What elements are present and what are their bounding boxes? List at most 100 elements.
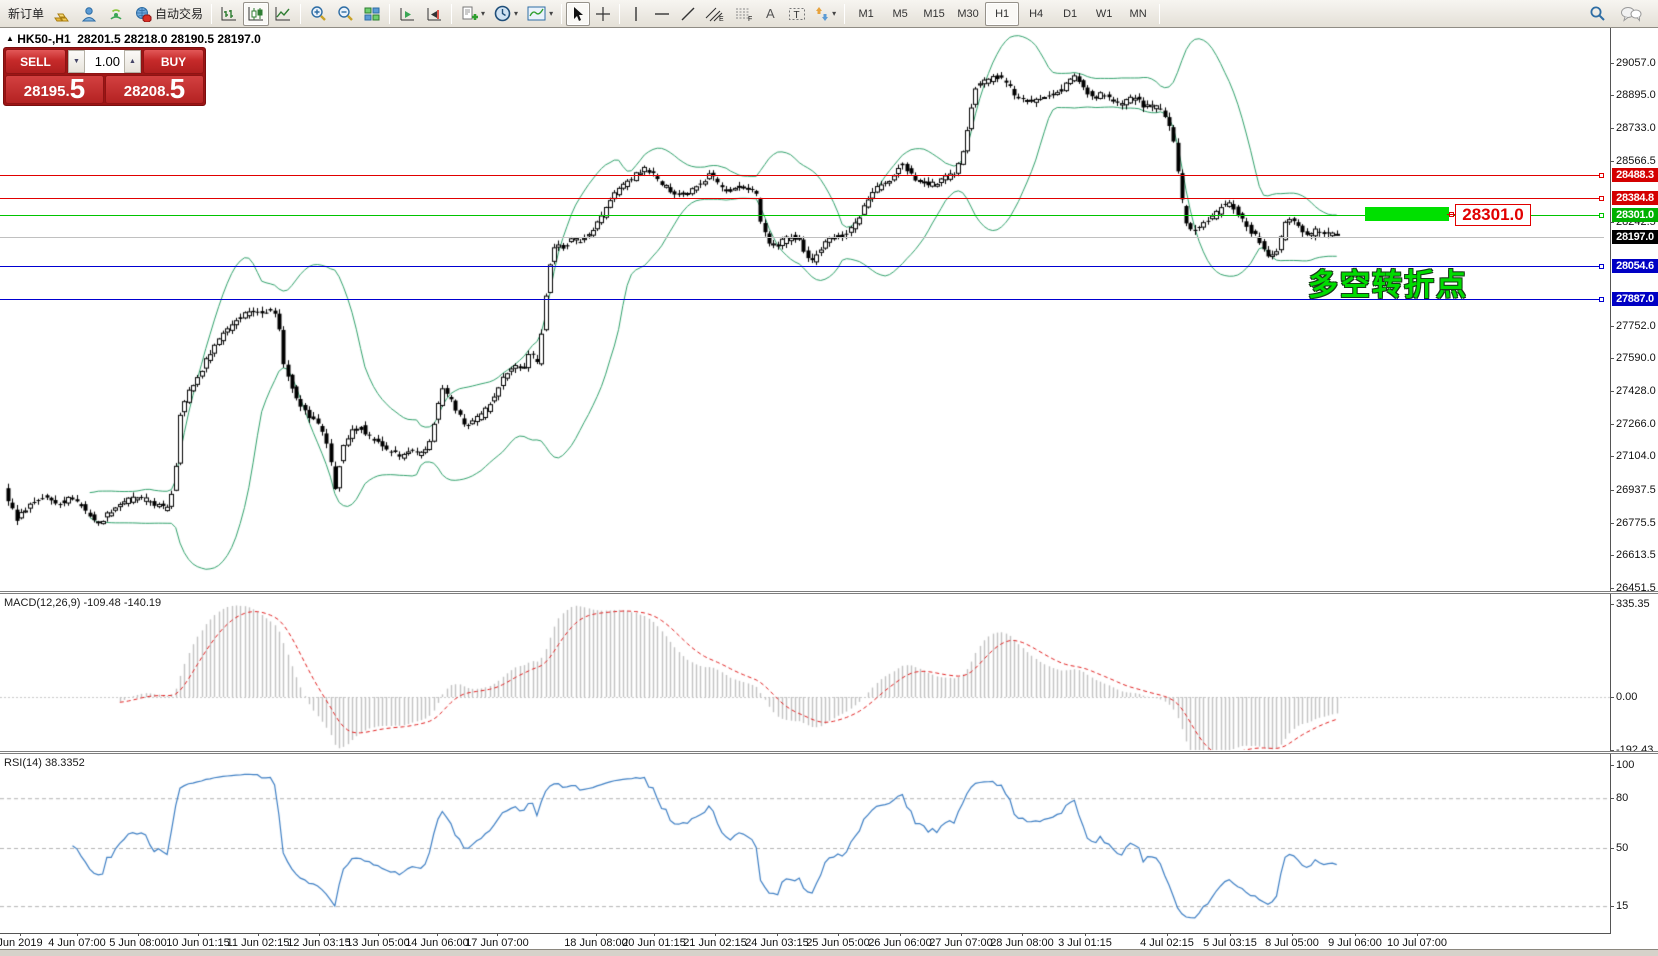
periods-button[interactable]: ▾ — [490, 2, 522, 26]
axis-tick-mark — [1610, 490, 1614, 491]
indicators-add-button[interactable]: ▾ — [456, 2, 489, 26]
vertical-line-icon[interactable] — [624, 2, 648, 26]
date-tick-mark — [319, 933, 320, 936]
macd-tick-label: 335.35 — [1616, 598, 1650, 610]
axis-tick-mark — [1610, 848, 1614, 849]
timeframe-m1[interactable]: M1 — [849, 2, 883, 26]
price-tick-label: 26613.5 — [1616, 549, 1656, 561]
toolbar-separator — [300, 4, 301, 24]
community-icon[interactable] — [76, 2, 102, 26]
timeframe-m5[interactable]: M5 — [883, 2, 917, 26]
rsi-tick-label: 100 — [1616, 759, 1634, 771]
date-label: 25 Jun 05:00 — [806, 937, 870, 949]
search-icon[interactable] — [1584, 2, 1610, 26]
pane-separator-macd[interactable] — [0, 591, 1658, 594]
resistance-line-28488[interactable] — [0, 175, 1604, 176]
volume-increase-button[interactable]: ▲ — [124, 50, 141, 73]
price-callout-label[interactable]: 28301.0 — [1455, 204, 1531, 226]
bar-chart-icon[interactable] — [216, 2, 242, 26]
bid-price-line[interactable] — [0, 237, 1604, 238]
axis-tick-mark — [1610, 95, 1614, 96]
dropdown-caret: ▾ — [549, 9, 553, 18]
candlestick-chart-icon[interactable] — [243, 2, 269, 26]
timeframe-w1[interactable]: W1 — [1087, 2, 1121, 26]
cursor-icon[interactable] — [566, 2, 590, 26]
chat-icon[interactable] — [1616, 2, 1646, 26]
timeframe-h4[interactable]: H4 — [1019, 2, 1053, 26]
chart-shift-icon[interactable] — [421, 2, 447, 26]
buy-button[interactable]: BUY — [143, 49, 204, 74]
signals-icon[interactable] — [103, 2, 129, 26]
dropdown-caret: ▾ — [481, 9, 485, 18]
pane-separator-rsi[interactable] — [0, 751, 1658, 754]
crosshair-icon[interactable] — [591, 2, 615, 26]
timeframe-m15[interactable]: M15 — [917, 2, 951, 26]
pivot-line-28301[interactable] — [0, 215, 1604, 216]
buy-price[interactable]: 28208.5 — [105, 75, 204, 104]
autotrading-label: 自动交易 — [155, 5, 203, 22]
axis-tick-mark — [1610, 555, 1614, 556]
volume-input[interactable] — [85, 50, 124, 73]
date-tick-mark — [77, 933, 78, 936]
price-label-connector — [1447, 214, 1455, 215]
resistance-line-28384[interactable] — [0, 198, 1604, 199]
zoom-in-icon[interactable] — [305, 2, 331, 26]
toolbar-separator — [1159, 4, 1160, 24]
green-zone-rectangle[interactable] — [1365, 207, 1449, 221]
timeframe-m30[interactable]: M30 — [951, 2, 985, 26]
trendline-icon[interactable] — [676, 2, 700, 26]
text-icon[interactable]: A — [759, 2, 783, 26]
sell-price[interactable]: 28195.5 — [5, 75, 104, 104]
equidistant-channel-icon[interactable]: E — [701, 2, 729, 26]
axis-tick-mark — [1610, 326, 1614, 327]
macd-tick-label: 0.00 — [1616, 691, 1637, 703]
date-label: 17 Jun 07:00 — [465, 937, 529, 949]
new-order-button[interactable]: 新订单 — [4, 2, 48, 26]
line-end-marker[interactable] — [1599, 196, 1604, 201]
sell-price-main: 28195 — [24, 82, 66, 102]
line-end-marker[interactable] — [1599, 173, 1604, 178]
gold-bars-icon[interactable] — [49, 2, 75, 26]
line-chart-icon[interactable] — [270, 2, 296, 26]
axis-tick-mark — [1610, 523, 1614, 524]
auto-scroll-icon[interactable] — [394, 2, 420, 26]
toolbar-separator — [561, 4, 562, 24]
line-end-marker[interactable] — [1599, 297, 1604, 302]
dropdown-caret: ▾ — [514, 9, 518, 18]
date-axis-line — [0, 933, 1611, 934]
axis-price-badge: 28197.0 — [1612, 230, 1658, 244]
line-end-marker[interactable] — [1599, 264, 1604, 269]
timeframe-d1[interactable]: D1 — [1053, 2, 1087, 26]
date-tick-mark — [838, 933, 839, 936]
annotation-text[interactable]: 多空转折点 — [1308, 260, 1468, 304]
date-label: 20 Jun 01:15 — [622, 937, 686, 949]
axis-price-badge: 28054.6 — [1612, 259, 1658, 273]
date-tick-mark — [138, 933, 139, 936]
date-axis[interactable]: Jun 20194 Jun 07:005 Jun 08:0010 Jun 01:… — [0, 933, 1658, 949]
volume-stepper: ▼ ▲ — [67, 49, 142, 74]
autotrading-button[interactable]: 自动交易 — [130, 2, 207, 26]
text-label-icon[interactable]: T — [784, 2, 810, 26]
symbol-collapse-icon[interactable]: ▲ — [6, 34, 14, 43]
timeframe-group: M1M5M15M30H1H4D1W1MN — [849, 2, 1155, 26]
svg-text:A: A — [766, 6, 775, 21]
line-end-marker[interactable] — [1599, 213, 1604, 218]
axis-tick-mark — [1610, 391, 1614, 392]
arrows-icon[interactable]: ▾ — [811, 2, 840, 26]
buy-price-big-digit: 5 — [170, 76, 186, 102]
fibonacci-icon[interactable]: F — [730, 2, 758, 26]
horizontal-line-icon[interactable] — [649, 2, 675, 26]
date-label: 10 Jun 01:15 — [166, 937, 230, 949]
zoom-out-icon[interactable] — [332, 2, 358, 26]
templates-button[interactable]: ▾ — [523, 2, 557, 26]
macd-label: MACD(12,26,9) -109.48 -140.19 — [4, 597, 161, 609]
timeframe-mn[interactable]: MN — [1121, 2, 1155, 26]
price-chart-canvas[interactable] — [0, 28, 1658, 949]
timeframe-h1[interactable]: H1 — [985, 2, 1019, 26]
price-tick-label: 26937.5 — [1616, 484, 1656, 496]
axis-tick-mark — [1610, 222, 1614, 223]
volume-decrease-button[interactable]: ▼ — [68, 50, 85, 73]
tile-windows-icon[interactable] — [359, 2, 385, 26]
price-tick-label: 29057.0 — [1616, 57, 1656, 69]
sell-button[interactable]: SELL — [5, 49, 66, 74]
